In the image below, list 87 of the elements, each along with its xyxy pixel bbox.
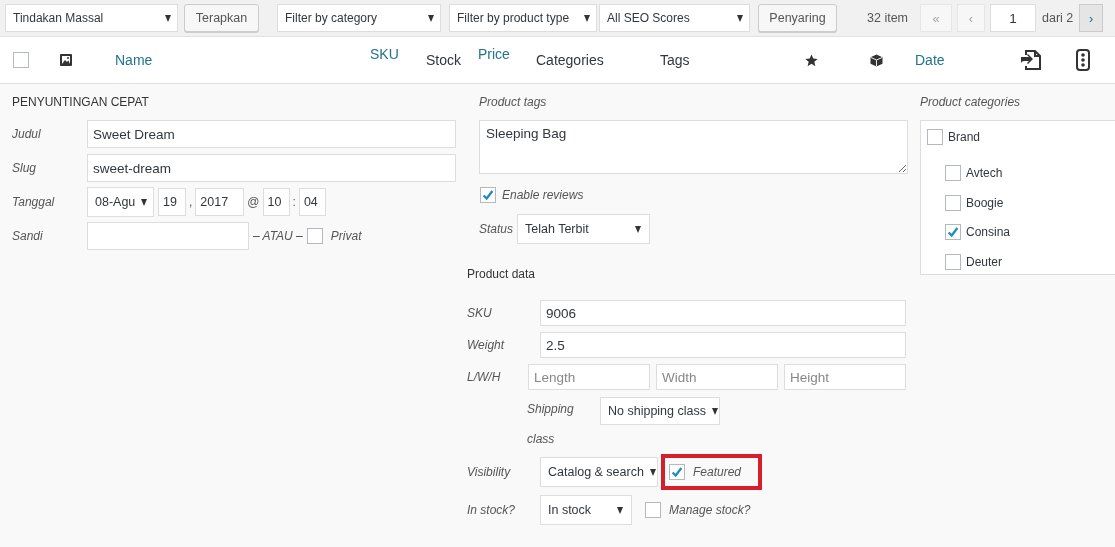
item-count: 32 item — [867, 11, 908, 25]
tags-field[interactable]: Sleeping Bag — [479, 120, 908, 174]
checkbox-label: Privat — [330, 229, 362, 243]
field-label: Status — [479, 222, 515, 236]
caret-icon — [635, 225, 641, 233]
dropdown[interactable]: Filter by category — [277, 4, 441, 32]
checkbox[interactable] — [480, 186, 496, 203]
filter-button[interactable]: Penyaring — [758, 4, 837, 32]
caret-icon — [737, 14, 743, 22]
input-field[interactable]: sweet-dream — [87, 154, 456, 182]
input-field[interactable]: Sweet Dream — [87, 120, 456, 148]
category-label: Avtech — [966, 166, 1003, 181]
input-field[interactable]: 10 — [262, 188, 290, 216]
or-text: – ATAU – — [253, 229, 303, 243]
dropdown[interactable]: 08-Agu — [87, 187, 154, 217]
traffic-light-icon — [1076, 49, 1090, 71]
dropdown[interactable]: Catalog & search — [540, 457, 658, 487]
column-header: Stock — [426, 52, 461, 68]
dropdown[interactable]: Filter by product type — [449, 4, 597, 32]
field-label: Product categories — [920, 94, 1022, 110]
page-number-field[interactable]: 1 — [990, 4, 1036, 32]
star-icon — [805, 53, 818, 67]
field-label: Tanggal — [12, 195, 56, 209]
input-field[interactable]: 2017 — [195, 188, 245, 216]
input-field[interactable]: Height — [784, 364, 906, 390]
checkbox[interactable] — [945, 194, 961, 211]
field-label: Weight — [467, 338, 506, 352]
field-label: Shipping class — [527, 401, 575, 448]
input-field[interactable]: 04 — [298, 188, 326, 216]
category-label: Consina — [966, 225, 1011, 240]
separator: : — [292, 195, 296, 209]
checkbox[interactable] — [669, 464, 685, 480]
dropdown[interactable]: Telah Terbit — [517, 214, 650, 244]
input-field[interactable] — [87, 222, 249, 250]
caret-icon — [649, 468, 656, 476]
column-header: Tags — [660, 52, 690, 68]
column-header-link[interactable]: Name — [115, 52, 153, 68]
checkbox-label: Enable reviews — [502, 187, 584, 202]
checkbox[interactable] — [945, 253, 961, 270]
category-label: Boogie — [966, 195, 1004, 210]
field-label: L/W/H — [467, 370, 502, 384]
checkbox[interactable] — [927, 128, 943, 145]
caret-icon — [584, 14, 590, 22]
import-icon — [1020, 49, 1042, 71]
caret-icon — [428, 14, 434, 22]
input-field[interactable]: Length — [528, 364, 650, 390]
dropdown[interactable]: All SEO Scores — [599, 4, 750, 32]
caret-icon — [165, 14, 171, 22]
checkbox-label: Manage stock? — [669, 503, 751, 517]
column-header-link[interactable]: Date — [915, 52, 945, 68]
field-label: In stock? — [467, 503, 517, 517]
field-label: Judul — [12, 127, 42, 141]
checkbox[interactable] — [945, 165, 961, 182]
next-page-button[interactable]: › — [1079, 4, 1104, 32]
input-field[interactable]: 2.5 — [540, 332, 906, 358]
input-field[interactable]: 9006 — [540, 300, 906, 326]
apply-button[interactable]: Terapkan — [184, 4, 259, 32]
caret-icon — [617, 506, 623, 514]
dropdown[interactable]: Tindakan Massal — [5, 4, 178, 32]
category-label: Deuter — [966, 254, 1003, 269]
field-label: Sandi — [12, 229, 44, 243]
category-label: Brand — [948, 129, 981, 144]
caret-icon — [141, 198, 148, 206]
column-header-link[interactable]: Price — [478, 46, 510, 62]
column-header-link[interactable]: SKU — [370, 46, 399, 62]
field-label: SKU — [467, 306, 493, 320]
separator: , — [189, 195, 193, 209]
separator: @ — [247, 195, 260, 209]
input-field[interactable]: 19 — [158, 188, 186, 216]
checkbox[interactable] — [945, 224, 961, 241]
column-header: Categories — [536, 52, 604, 68]
page-total: dari 2 — [1042, 11, 1074, 25]
checkbox[interactable] — [645, 502, 661, 518]
checkbox[interactable] — [13, 52, 29, 68]
field-label: Slug — [12, 161, 38, 175]
input-field[interactable]: Width — [656, 364, 778, 390]
cube-icon — [870, 53, 883, 67]
dropdown[interactable]: No shipping class — [600, 397, 720, 425]
section-heading: Product data — [467, 266, 537, 282]
field-label: Visibility — [467, 465, 512, 479]
checkbox[interactable] — [306, 228, 323, 244]
dropdown[interactable]: In stock — [540, 495, 632, 525]
caret-icon — [711, 407, 718, 415]
checkbox-label: Featured — [693, 465, 742, 479]
image-icon — [60, 54, 72, 66]
field-label: Product tags — [479, 94, 548, 110]
section-heading: PENYUNTINGAN CEPAT — [12, 94, 150, 110]
